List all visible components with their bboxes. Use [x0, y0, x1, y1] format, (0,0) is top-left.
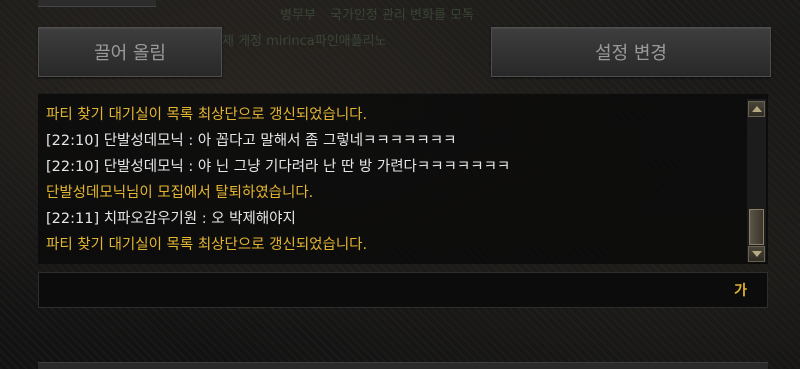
party-finder-chat-window: 병무부 국가인정 관리 변화를 모독 제 게정 mirinca파인애플리노 끌어… — [0, 0, 800, 369]
chat-line-message: [22:11] 치파오감우기원 : 오 박제해야지 — [46, 211, 296, 227]
scroll-thumb[interactable] — [749, 209, 764, 245]
chat-log-panel: 파티 찾기 대기실이 목록 최상단으로 갱신되었습니다. [22:10] 단발성… — [38, 93, 768, 264]
background-overlay-text-2: 국가인정 관리 변화를 모독 — [330, 8, 474, 23]
chat-input-bar[interactable]: 가 — [38, 272, 768, 308]
chat-line-system: 단발성데모닉님이 모집에서 탈퇴하였습니다. — [46, 185, 314, 201]
chat-line-message: [22:10] 단발성데모닉 : 야 닌 그냥 기다려라 난 딴 방 가련다ㅋㅋ… — [46, 159, 511, 175]
ime-language-indicator[interactable]: 가 — [734, 280, 747, 300]
chat-line-message: [22:10] 단발성데모닉 : 아 꼽다고 말해서 좀 그렇네ㅋㅋㅋㅋㅋㅋㅋ — [46, 133, 457, 149]
chat-input[interactable] — [45, 277, 719, 303]
chat-line-system: 파티 찾기 대기실이 목록 최상단으로 갱신되었습니다. — [46, 107, 368, 123]
chat-line-system: 파티 찾기 대기실이 목록 최상단으로 갱신되었습니다. — [46, 237, 368, 253]
chat-scrollbar[interactable] — [747, 99, 766, 262]
arrow-down-icon — [751, 251, 762, 257]
scroll-up-button[interactable] — [748, 101, 765, 117]
background-overlay-text-1: 병무부 — [280, 8, 316, 23]
chat-log: 파티 찾기 대기실이 목록 최상단으로 갱신되었습니다. [22:10] 단발성… — [46, 102, 736, 258]
scroll-down-button[interactable] — [748, 246, 765, 262]
change-settings-button[interactable]: 설정 변경 — [491, 27, 771, 77]
background-overlay-text-3: 제 게정 mirinca파인애플리노 — [222, 34, 387, 49]
pull-up-button[interactable]: 끌어 올림 — [38, 27, 222, 77]
arrow-up-icon — [751, 106, 762, 112]
bottom-frame-edge — [38, 362, 768, 369]
top-tab-edge — [38, 0, 156, 7]
